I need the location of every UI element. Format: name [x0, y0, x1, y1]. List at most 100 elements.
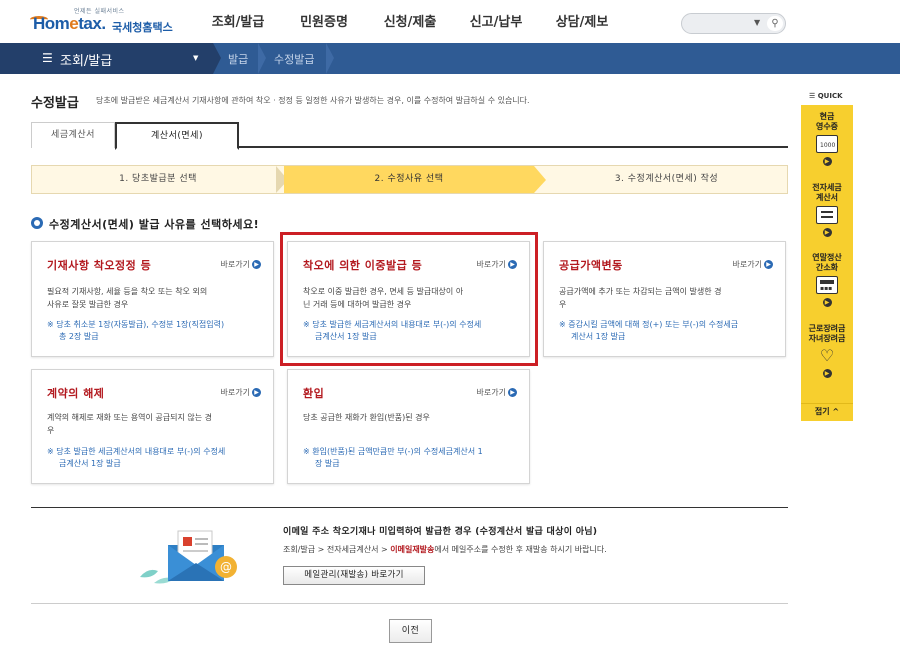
quick-header-label: QUICK — [817, 92, 843, 100]
arrow-right-icon: ▶ — [822, 157, 832, 166]
email-resend-link: 이메일재발송 — [390, 545, 435, 554]
quick-label: 전자세금 — [812, 183, 842, 192]
quick-header: ☰ QUICK — [809, 92, 843, 100]
document-icon — [816, 206, 838, 224]
desc-line: 사유로 잘못 발급한 경우 — [47, 300, 129, 309]
quick-label: 근로장려금 — [808, 324, 846, 333]
quick-label: 간소화 — [815, 263, 839, 272]
gnb-item-apply[interactable]: 신청/제출 — [367, 0, 453, 43]
note-line: 장 발급 — [315, 459, 340, 468]
chevron-down-icon: ▼ — [193, 54, 199, 62]
note-line: 금계산서 1장 발급 — [59, 459, 121, 468]
tab-bar: 세금계산서 계산서(면세) — [31, 122, 788, 150]
card-title: 공급가액변동 — [559, 259, 623, 272]
menu-label: 조회/발급 — [60, 54, 113, 69]
card-title: 기재사항 착오정정 등 — [47, 259, 152, 272]
quick-label: 현금 — [819, 112, 835, 121]
quick-label: 계산서 — [815, 193, 839, 202]
quick-menu: ☰ QUICK 현금 영수증 1000 ▶ 전자세금 계산서 ▶ 연말정산 간소… — [801, 87, 853, 421]
menu-dropdown[interactable]: ☰ 조회/발급 ▼ — [0, 43, 213, 74]
gnb-item-lookup[interactable]: 조회/발급 — [195, 0, 281, 43]
reason-card-cancel[interactable]: 계약의 해제 바로가기 ▶ 계약의 해제로 재화 또는 용역이 공급되지 않는 경… — [31, 369, 274, 484]
arrow-right-icon: ▶ — [252, 388, 261, 397]
arrow-right-icon: ▶ — [764, 260, 773, 269]
desc-line: 계약의 해제로 재화 또는 용역이 공급되지 않는 경 — [47, 413, 212, 422]
reason-card-return[interactable]: 환입 바로가기 ▶ 당초 공급한 재화가 환입(반품)된 경우 ※ 환입(반품)된… — [287, 369, 530, 484]
bullet-icon — [31, 217, 43, 229]
gnb-item-consult[interactable]: 상담/제보 — [539, 0, 625, 43]
svg-text:@: @ — [220, 560, 232, 574]
note-line: 계산서 1장 발급 — [571, 332, 626, 341]
note-line: ※ 당초 발급한 세금계산서의 내용대로 부(-)의 수정세 — [47, 447, 226, 456]
quick-item-year-end[interactable]: 연말정산 간소화 ▪▪▪ ▶ — [801, 253, 853, 307]
breadcrumb-separator-icon — [258, 43, 266, 74]
quick-item-cash-receipt[interactable]: 현금 영수증 1000 ▶ — [801, 112, 853, 166]
section-heading-text: 수정계산서(면세) 발급 사유를 선택하세요! — [49, 218, 260, 231]
site-header: 언제든 실패서비스 Hometax. 국세청홈택스 조회/발급 민원증명 신청/… — [0, 0, 900, 43]
quick-body: 현금 영수증 1000 ▶ 전자세금 계산서 ▶ 연말정산 간소화 ▪▪▪ ▶ … — [801, 105, 853, 403]
quick-fold-button[interactable]: 접기 ^ — [801, 403, 853, 421]
note-line: ※ 증감시킬 금액에 대해 정(+) 또는 부(-)의 수정세금 — [559, 320, 739, 329]
shortcut-label: 바로가기 — [476, 388, 506, 397]
quick-label: 영수증 — [815, 122, 839, 131]
step-3: 3. 수정계산서(면세) 작성 — [614, 174, 719, 184]
desc-line: 우 — [47, 426, 55, 435]
card-note: ※ 환입(반품)된 금액만큼만 부(-)의 수정세금계산서 1 장 발급 — [303, 446, 517, 470]
card-title: 계약의 해제 — [47, 387, 105, 400]
shortcut-link[interactable]: 바로가기 ▶ — [477, 387, 517, 398]
step-1: 1. 당초발급분 선택 — [119, 174, 197, 184]
note-line: 총 2장 발급 — [59, 332, 99, 341]
mail-manage-button[interactable]: 메일관리(재발송) 바로가기 — [283, 566, 425, 585]
card-note: ※ 증감시킬 금액에 대해 정(+) 또는 부(-)의 수정세금계산서 1장 발… — [559, 319, 773, 343]
page-description: 당초에 발급받은 세금계산서 기재사항에 관하여 착오 · 정정 등 일정한 사… — [96, 96, 530, 105]
card-description: 필요적 기재사항, 세율 등을 착오 또는 착오 외의사유로 잘못 발급한 경우 — [47, 285, 261, 311]
breadcrumb-issue[interactable]: 발급 — [228, 51, 248, 67]
hometax-logo[interactable]: 언제든 실패서비스 Hometax. 국세청홈택스 — [30, 6, 180, 38]
arrow-right-icon: ▶ — [822, 228, 832, 237]
quick-label: 자녀장려금 — [808, 334, 846, 343]
reason-card-correction[interactable]: 기재사항 착오정정 등 바로가기 ▶ 필요적 기재사항, 세율 등을 착오 또는 … — [31, 241, 274, 357]
quick-item-e-tax-invoice[interactable]: 전자세금 계산서 ▶ — [801, 183, 853, 237]
search-dropdown-icon[interactable]: ▼ — [754, 18, 760, 27]
search-input[interactable]: ▼ ⚲ — [681, 13, 786, 34]
logo-english: Hometax. — [33, 14, 106, 33]
shortcut-link[interactable]: 바로가기 ▶ — [221, 259, 261, 270]
desc-line: 공급가액에 추가 또는 차감되는 금액이 발생한 경 — [559, 287, 722, 296]
shortcut-link[interactable]: 바로가기 ▶ — [733, 259, 773, 270]
section-heading: 수정계산서(면세) 발급 사유를 선택하세요! — [31, 216, 259, 232]
breadcrumb-revise[interactable]: 수정발급 — [274, 51, 314, 67]
location-bar: ☰ 조회/발급 ▼ 발급 수정발급 — [0, 43, 900, 74]
breadcrumb-separator-icon — [326, 43, 334, 74]
gnb-item-report[interactable]: 신고/납부 — [453, 0, 539, 43]
arrow-right-icon: ▶ — [822, 369, 832, 378]
tab-invoice-taxfree[interactable]: 계산서(면세) — [115, 122, 239, 150]
card-title: 환입 — [303, 387, 325, 400]
card-description: 공급가액에 추가 또는 차감되는 금액이 발생한 경우 — [559, 285, 773, 311]
shortcut-label: 바로가기 — [220, 260, 250, 269]
reason-card-supply-change[interactable]: 공급가액변동 바로가기 ▶ 공급가액에 추가 또는 차감되는 금액이 발생한 경우… — [543, 241, 786, 357]
gnb-item-certificates[interactable]: 민원증명 — [281, 0, 367, 43]
shortcut-label: 바로가기 — [732, 260, 762, 269]
desc-line: 필요적 기재사항, 세율 등을 착오 또는 착오 외의 — [47, 287, 208, 296]
quick-item-incentive[interactable]: 근로장려금 자녀장려금 ♡ ▶ — [801, 324, 853, 378]
step-arrow-icon — [534, 166, 546, 193]
card-description: 계약의 해제로 재화 또는 용역이 공급되지 않는 경우 — [47, 411, 261, 437]
shortcut-label: 바로가기 — [220, 388, 250, 397]
search-icon[interactable]: ⚲ — [767, 16, 783, 31]
receipt-icon: 1000 — [816, 135, 838, 153]
note-line: ※ 당초 취소분 1장(자동발급), 수정분 1장(직접입력) — [47, 320, 225, 329]
arrow-right-icon: ▶ — [508, 388, 517, 397]
shortcut-link[interactable]: 바로가기 ▶ — [221, 387, 261, 398]
step-indicator: 1. 당초발급분 선택 2. 수정사유 선택 3. 수정계산서(면세) 작성 — [31, 165, 788, 194]
card-note: ※ 당초 발급한 세금계산서의 내용대로 부(-)의 수정세금계산서 1장 발급 — [47, 446, 261, 470]
tab-tax-invoice[interactable]: 세금계산서 — [31, 122, 115, 148]
card-description: 당초 공급한 재화가 환입(반품)된 경우 — [303, 411, 517, 424]
selection-highlight — [280, 232, 538, 366]
previous-button[interactable]: 이전 — [389, 619, 432, 643]
email-path-text: 조회/발급 > 전자세금계산서 > — [283, 545, 391, 554]
page-title: 수정발급 — [31, 96, 79, 111]
step-2-current: 2. 수정사유 선택 — [284, 166, 534, 193]
arrow-right-icon: ▶ — [822, 298, 832, 307]
breadcrumb-separator-icon — [213, 43, 221, 74]
desc-line: 우 — [559, 300, 567, 309]
